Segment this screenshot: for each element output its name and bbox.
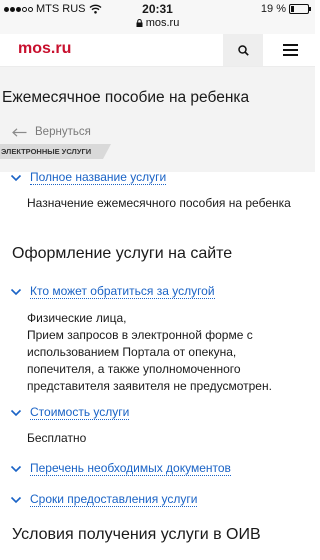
chevron-down-icon: [10, 288, 22, 295]
site-header: mos.ru: [0, 34, 315, 67]
chevron-down-icon: [10, 465, 22, 472]
accordion-label: Кто может обратиться за услугой: [30, 284, 215, 299]
chevron-down-icon: [10, 174, 22, 181]
address-bar[interactable]: mos.ru: [0, 17, 315, 29]
search-icon: [237, 44, 249, 56]
status-bar: MTS RUS 20:31 mos.ru 19 %: [0, 0, 315, 34]
chevron-down-icon: [10, 409, 22, 416]
accordion-label: Перечень необходимых документов: [30, 461, 231, 476]
accordion-label: Сроки предоставления услуги: [30, 492, 198, 507]
site-logo[interactable]: mos.ru: [18, 40, 71, 58]
accordion-cost[interactable]: Стоимость услуги: [10, 405, 130, 420]
who-line: попечителя, а также уполномоченного: [27, 362, 241, 376]
who-line: Физические лица,: [27, 311, 127, 325]
search-button[interactable]: [223, 34, 263, 66]
lock-icon: [136, 19, 143, 27]
back-link[interactable]: Вернуться: [12, 126, 91, 138]
full-name-text: Назначение ежемесячного пособия на ребен…: [27, 196, 291, 210]
section-heading-conditions: Условия получения услуги в ОИВ: [12, 526, 261, 543]
menu-button[interactable]: [272, 34, 308, 66]
who-line: использованием Портала от опекуна,: [27, 345, 237, 359]
category-tag: ЭЛЕКТРОННЫЕ УСЛУГИ: [0, 144, 111, 159]
battery-status: 19 %: [260, 3, 311, 15]
back-label: Вернуться: [35, 126, 91, 138]
chevron-down-icon: [10, 496, 22, 503]
cost-text: Бесплатно: [27, 431, 87, 445]
who-line: Прием запросов в электронной форме с: [27, 328, 253, 342]
hamburger-icon: [282, 44, 298, 56]
accordion-terms[interactable]: Сроки предоставления услуги: [10, 492, 198, 507]
battery-icon: [289, 4, 311, 14]
address-url: mos.ru: [145, 17, 180, 29]
accordion-documents[interactable]: Перечень необходимых документов: [10, 461, 231, 476]
accordion-label: Полное название услуги: [30, 170, 167, 185]
accordion-label: Стоимость услуги: [30, 405, 130, 420]
battery-percent: 19 %: [260, 3, 286, 15]
page-title: Ежемесячное пособие на ребенка: [2, 89, 250, 106]
section-heading-online: Оформление услуги на сайте: [12, 245, 233, 262]
who-text: Физические лица, Прием запросов в электр…: [27, 310, 312, 395]
accordion-full-name[interactable]: Полное название услуги: [10, 170, 167, 185]
who-line: представителя заявителя не предусмотрен.: [27, 379, 272, 393]
arrow-left-icon: [12, 127, 27, 137]
accordion-who[interactable]: Кто может обратиться за услугой: [10, 284, 215, 299]
